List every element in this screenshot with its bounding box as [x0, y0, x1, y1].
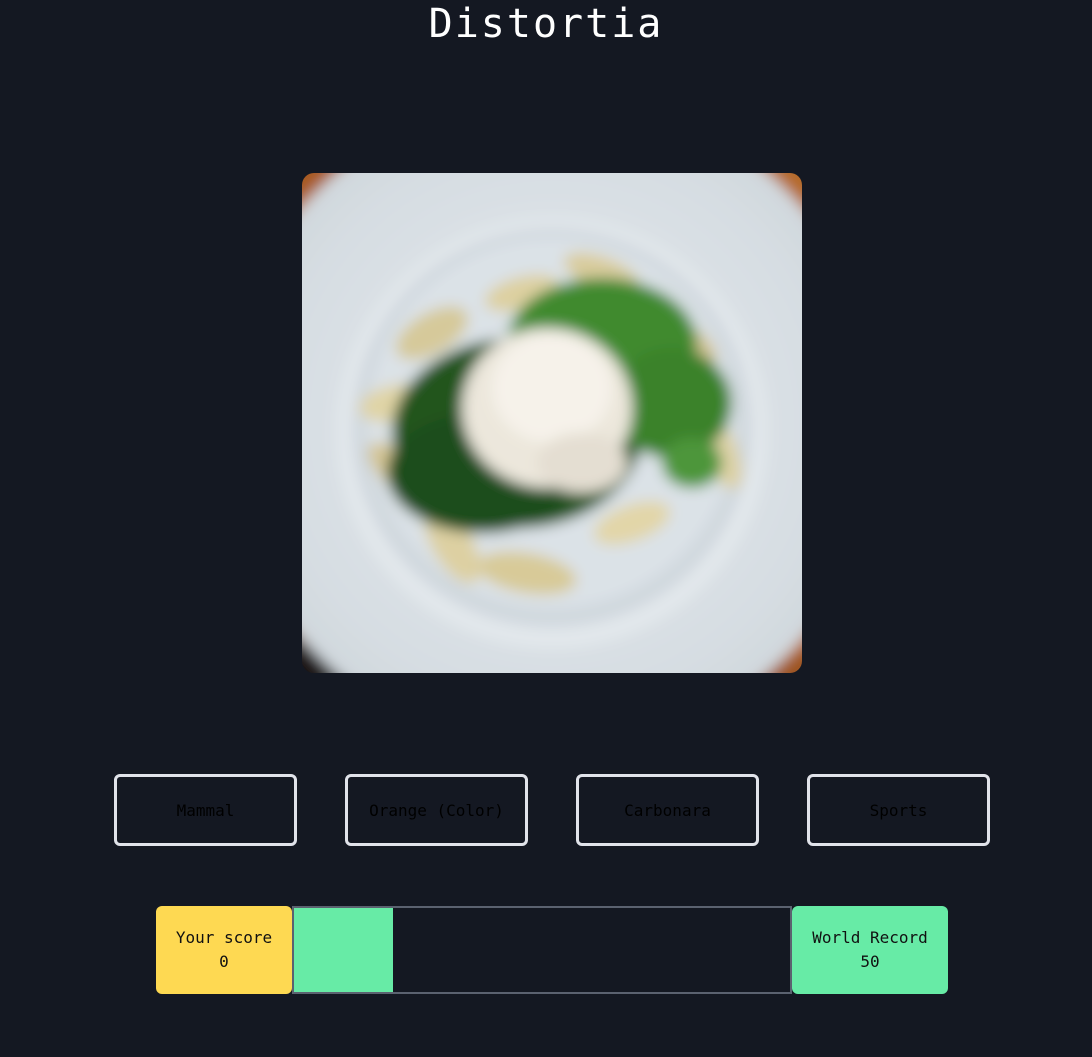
timer-track [292, 906, 792, 994]
option-button-sports[interactable]: Sports [807, 774, 990, 846]
answer-options: Mammal Orange (Color) Carbonara Sports [0, 774, 1092, 846]
world-record-box: World Record 50 [792, 906, 948, 994]
world-record-label: World Record [812, 928, 928, 947]
your-score-box: Your score 0 [156, 906, 292, 994]
your-score-value: 0 [219, 952, 229, 971]
timer-fill [294, 908, 393, 992]
distorted-photo [302, 173, 802, 673]
option-button-orange[interactable]: Orange (Color) [345, 774, 528, 846]
your-score-label: Your score [175, 928, 273, 947]
world-record-value: 50 [860, 952, 880, 971]
option-button-mammal[interactable]: Mammal [114, 774, 297, 846]
game-title: Distortia [428, 1, 664, 47]
score-bar: Your score 0 World Record 50 [156, 906, 948, 994]
option-button-carbonara[interactable]: Carbonara [576, 774, 759, 846]
